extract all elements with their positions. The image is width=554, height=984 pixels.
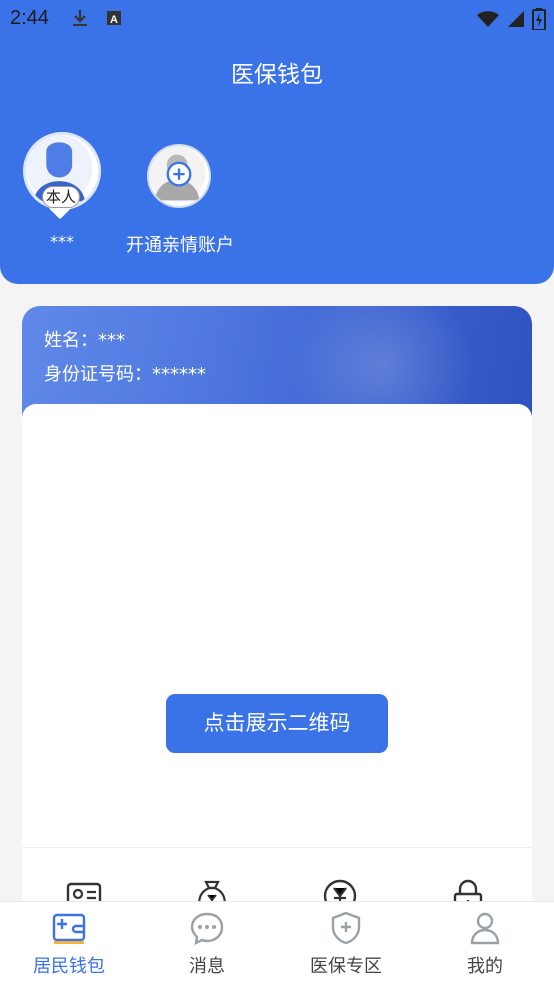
shield-icon [331, 911, 361, 945]
tab-messages[interactable]: 消息 [138, 902, 276, 984]
add-family-icon[interactable] [147, 144, 211, 208]
wallet-card: 姓名：*** 身份证号码：****** 点击展示二维码 [22, 306, 532, 926]
svg-text:A: A [110, 14, 118, 26]
id-number-line: 身份证号码：****** [44, 364, 206, 385]
tab-label: 我的 [467, 956, 503, 977]
qr-area: 点击展示二维码 [22, 404, 532, 844]
card-identity-panel: 姓名：*** 身份证号码：****** [22, 306, 532, 466]
tab-bar: 居民钱包 消息 医保专区 我的 [0, 901, 554, 984]
self-tag: 本人 [42, 186, 80, 208]
tab-label: 居民钱包 [33, 956, 105, 977]
a-notification-icon: A [107, 11, 121, 26]
wifi-icon [477, 11, 499, 27]
status-time: 2:44 [10, 7, 49, 29]
show-qr-code-button[interactable]: 点击展示二维码 [166, 694, 388, 753]
tab-medical-insurance-zone[interactable]: 医保专区 [277, 902, 415, 984]
card-divider [22, 847, 532, 848]
status-bar: 2:44 A [0, 0, 554, 38]
message-icon [190, 912, 224, 946]
tab-resident-wallet[interactable]: 居民钱包 [0, 902, 138, 984]
self-name: *** [50, 232, 74, 251]
wallet-icon [52, 913, 86, 944]
name-line: 姓名：*** [44, 330, 125, 351]
person-icon [470, 912, 500, 945]
download-icon [73, 10, 87, 26]
open-family-account-label[interactable]: 开通亲情账户 [118, 231, 242, 257]
tab-label: 消息 [189, 956, 225, 977]
tab-me[interactable]: 我的 [416, 902, 554, 984]
tab-label: 医保专区 [310, 956, 382, 977]
battery-charging-icon [532, 8, 546, 30]
header: 2:44 A 医保钱包 本人 *** 开通亲情账户 [0, 0, 554, 284]
page-title: 医保钱包 [231, 62, 323, 88]
signal-icon [508, 11, 524, 27]
